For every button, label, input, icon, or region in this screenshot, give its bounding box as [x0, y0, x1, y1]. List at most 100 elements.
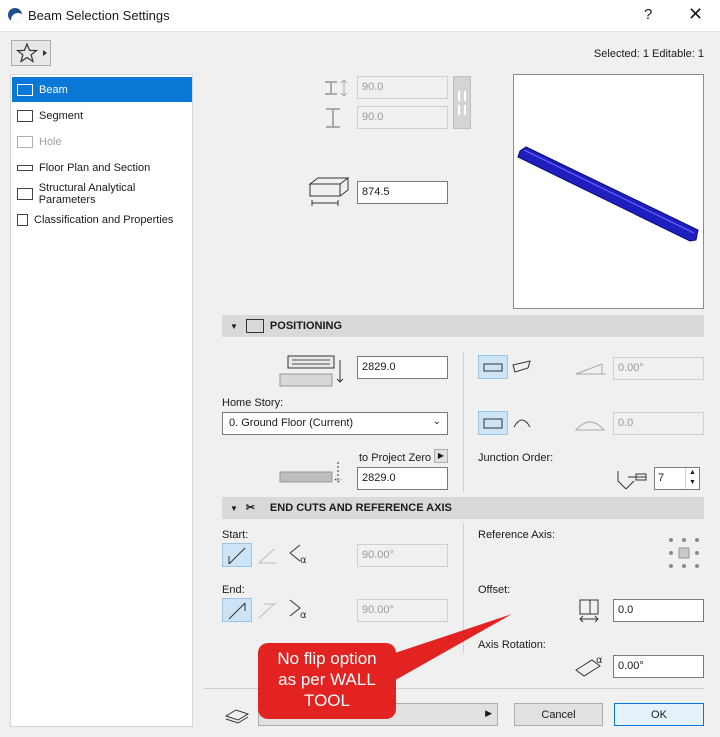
end-cut-vertical-toggle[interactable] — [256, 600, 282, 623]
start-cut-custom-toggle[interactable]: α — [286, 543, 314, 570]
classification-icon — [17, 213, 28, 226]
layer-icon — [224, 709, 250, 724]
offset-icon — [579, 599, 599, 623]
svg-text:α: α — [300, 555, 307, 566]
help-button[interactable]: ? — [644, 6, 652, 23]
slanted-beam-toggle[interactable] — [508, 355, 538, 379]
app-icon — [8, 8, 22, 22]
axis-rotation-icon: α — [575, 655, 603, 677]
junction-order-icon — [617, 471, 647, 490]
sidebar-item-classification[interactable]: Classification and Properties — [12, 207, 192, 232]
straight-beam-icon — [483, 418, 503, 429]
hole-icon — [17, 135, 33, 148]
segment-icon — [17, 109, 33, 122]
junction-order-label: Junction Order: — [478, 452, 554, 464]
junction-order-value: 7 — [658, 472, 665, 484]
project-zero-label: to Project Zero — [359, 452, 432, 464]
sidebar-item-structural[interactable]: Structural Analytical Parameters — [12, 181, 192, 206]
curvature-icon — [574, 421, 606, 431]
annotation-callout: No flip option as per WALL TOOL — [258, 643, 396, 719]
width-icon — [325, 79, 348, 97]
chain-link-icon[interactable] — [453, 76, 471, 129]
svg-text:α: α — [596, 655, 603, 666]
sidebar-item-hole: Hole — [12, 129, 192, 154]
custom-angle-cut-icon: α — [289, 599, 307, 621]
chevron-down-icon: ⌄ — [432, 416, 441, 427]
stepper-arrows-icon[interactable]: ▲ ▼ — [685, 468, 699, 489]
beam-width-field[interactable]: 90.0 — [357, 76, 448, 99]
end-label: End: — [222, 584, 245, 596]
curved-beam-toggle[interactable] — [508, 411, 538, 435]
end-cut-perpendicular-toggle[interactable] — [222, 598, 252, 622]
home-story-label: Home Story: — [222, 397, 284, 409]
collapse-icon: ▼ — [230, 321, 238, 331]
sidebar-item-label: Hole — [39, 135, 62, 148]
sidebar-item-label: Classification and Properties — [34, 213, 174, 226]
beam-length-field[interactable]: 874.5 — [357, 181, 448, 204]
window-title: Beam Selection Settings — [28, 8, 170, 23]
axis-rotation-field[interactable]: 0.00° — [613, 655, 704, 678]
title-bar: Beam Selection Settings ? ✕ — [0, 0, 720, 32]
ok-button[interactable]: OK — [614, 703, 704, 726]
section-title: END CUTS AND REFERENCE AXIS — [269, 502, 452, 514]
custom-angle-cut-icon: α — [289, 544, 307, 566]
floorplan-icon — [17, 164, 33, 171]
callout-line: No flip option — [277, 649, 377, 668]
project-zero-menu-button[interactable]: ▶ — [434, 449, 448, 463]
close-button[interactable]: ✕ — [688, 4, 703, 25]
sidebar-item-segment[interactable]: Segment — [12, 103, 192, 128]
height-icon — [326, 108, 340, 128]
star-icon — [15, 42, 47, 63]
start-cut-perpendicular-toggle[interactable] — [222, 543, 252, 567]
start-angle-field[interactable]: 90.00° — [357, 544, 448, 567]
sidebar-item-label: Beam — [39, 83, 68, 96]
offset-field[interactable]: 0.0 — [613, 599, 704, 622]
sidebar-item-label: Segment — [39, 109, 84, 122]
straight-beam-toggle[interactable] — [478, 411, 508, 435]
offset-label: Offset: — [478, 584, 511, 596]
reference-axis-grid-icon — [669, 538, 699, 568]
home-story-select[interactable]: 0. Ground Floor (Current) ⌄ — [222, 412, 448, 435]
scissors-icon: ✂ — [245, 502, 256, 514]
positioning-section-header[interactable]: ▼ POSITIONING — [222, 315, 704, 337]
sidebar-item-floor-plan[interactable]: Floor Plan and Section — [12, 155, 192, 180]
svg-text:α: α — [300, 610, 307, 621]
chevron-right-icon: ▶ — [485, 708, 492, 718]
end-cuts-section-header[interactable]: ▼ ✂ END CUTS AND REFERENCE AXIS — [222, 497, 704, 519]
beam-icon — [17, 83, 33, 96]
favorites-button[interactable] — [11, 40, 51, 66]
horizontal-beam-icon — [483, 363, 503, 372]
column-divider — [463, 352, 464, 492]
project-zero-icon — [279, 462, 342, 483]
elevation-field[interactable]: 2829.0 — [357, 356, 448, 379]
perpendicular-cut-icon — [228, 602, 246, 620]
sidebar-item-label: Floor Plan and Section — [39, 161, 151, 174]
section-title: POSITIONING — [269, 320, 343, 332]
sidebar-item-beam[interactable]: Beam — [12, 77, 192, 102]
structural-icon — [17, 187, 33, 200]
beam-3d-preview — [517, 146, 699, 242]
positioning-icon — [245, 319, 264, 333]
callout-line: as per WALL — [278, 670, 376, 689]
end-cut-custom-toggle[interactable]: α — [286, 598, 314, 625]
start-label: Start: — [222, 529, 249, 541]
beam-length-icon — [308, 177, 350, 206]
collapse-icon: ▼ — [230, 503, 238, 513]
horizontal-beam-toggle[interactable] — [478, 355, 508, 379]
project-zero-field[interactable]: 2829.0 — [357, 467, 448, 490]
elevation-icon — [279, 355, 344, 387]
cancel-button[interactable]: Cancel — [514, 703, 603, 726]
vertical-cut-icon — [258, 603, 276, 619]
sidebar-item-label: Structural Analytical Parameters — [38, 181, 136, 206]
sidebar: Beam Segment Hole Floor Plan and Section… — [10, 74, 193, 727]
selection-info: Selected: 1 Editable: 1 — [593, 48, 704, 60]
start-cut-vertical-toggle[interactable] — [256, 545, 282, 568]
beam-height-field[interactable]: 90.0 — [357, 106, 448, 129]
slanted-beam-icon — [512, 360, 531, 373]
reference-axis-grid[interactable] — [668, 537, 700, 569]
slant-angle-field[interactable]: 0.00° — [613, 357, 704, 380]
beam-preview[interactable] — [513, 74, 704, 309]
junction-order-stepper[interactable]: 7 ▲ ▼ — [654, 467, 700, 490]
callout-pointer — [380, 614, 512, 682]
curvature-field[interactable]: 0.0 — [613, 412, 704, 435]
